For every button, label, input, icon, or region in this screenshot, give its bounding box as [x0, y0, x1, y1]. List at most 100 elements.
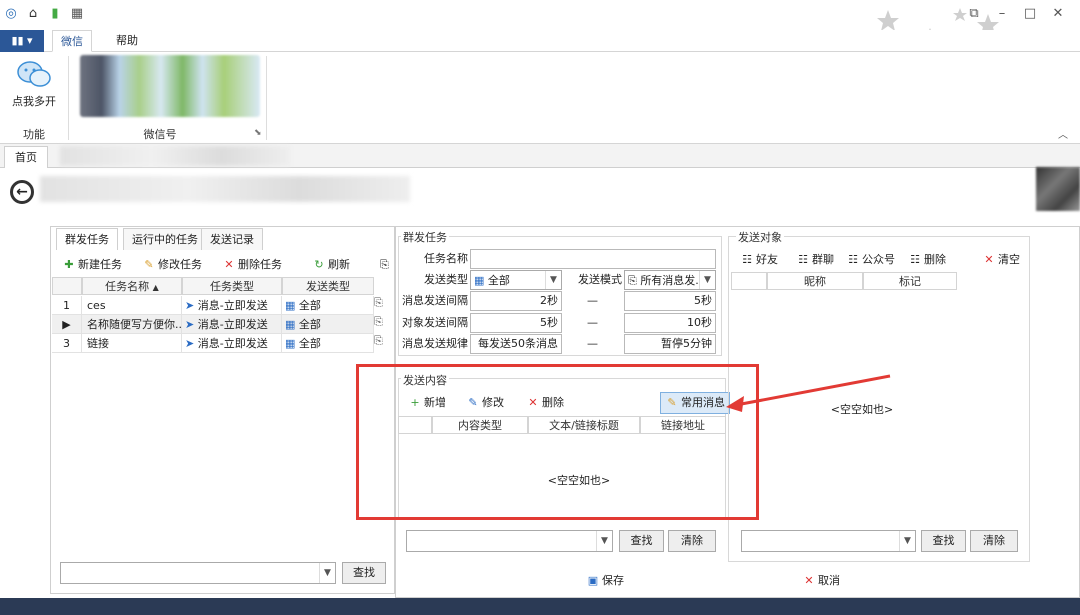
task-name-label: 任务名称	[424, 252, 468, 265]
row-selected-marker: ▶	[52, 315, 82, 334]
task-name: ces	[82, 296, 182, 315]
grid-all-icon: ▦	[285, 299, 296, 312]
add-friends-label: 好友	[756, 253, 778, 266]
send-mode-label: 发送模式	[578, 273, 622, 286]
task-type: 消息-立即发送	[197, 299, 268, 312]
chevron-down-icon[interactable]: ▼	[899, 531, 915, 551]
file-menu-button[interactable]: ▮▮ ▾	[0, 30, 44, 52]
delete-icon: ✕	[804, 574, 814, 587]
home-icon[interactable]: ⌂	[26, 7, 40, 21]
target-interval-to[interactable]: 10秒	[624, 313, 716, 333]
ribbon-divider	[68, 56, 69, 140]
edit-task-button[interactable]: ✎ 修改任务	[142, 256, 202, 274]
restore-window-icon[interactable]: ⧉	[966, 6, 982, 22]
send-type-value-wrap: ▦ 全部	[474, 273, 510, 289]
refresh-button[interactable]: ↻ 刷新	[312, 256, 350, 274]
chevron-down-icon[interactable]: ▼	[596, 531, 612, 551]
content-search-button[interactable]: 查找	[619, 530, 664, 552]
clear-targets-label: 清空	[998, 253, 1020, 266]
list-icon: ☷	[742, 253, 752, 266]
grid-header-send-type[interactable]: 发送类型	[282, 277, 374, 295]
target-interval-from[interactable]: 5秒	[470, 313, 562, 333]
task-search-combo[interactable]: ▼	[60, 562, 336, 584]
targets-section-title: 发送对象	[736, 229, 784, 245]
wechat-account-list[interactable]	[80, 55, 260, 117]
row-number: 1	[52, 296, 82, 315]
doc-icon: ⎘	[628, 274, 637, 287]
wechat-multi-open-button[interactable]: 点我多开	[8, 58, 60, 110]
refresh-icon: ↻	[314, 258, 324, 271]
targets-search-combo[interactable]: ▼	[741, 530, 916, 552]
msg-interval-from[interactable]: 2秒	[470, 291, 562, 311]
tab-send-records[interactable]: 发送记录	[201, 228, 263, 250]
range-dash: —	[587, 337, 598, 350]
add-friends-button[interactable]: ☷ 好友	[740, 251, 778, 269]
title-bar: ◎ ⌂ ▮ ▦ ⧉ – □ ✕	[0, 0, 1080, 52]
new-task-icon: ✚	[64, 258, 74, 271]
send-type-cell: ▦ 全部	[282, 334, 374, 353]
list-icon: ☷	[910, 253, 920, 266]
grid-header-task-type[interactable]: 任务类型	[182, 277, 282, 295]
tab-help[interactable]: 帮助	[108, 30, 146, 52]
save-doc-icon[interactable]: ▮	[48, 7, 62, 21]
row-number: 3	[52, 334, 82, 353]
tab-group-tasks[interactable]: 群发任务	[56, 228, 118, 250]
doc-icon: ⎘	[374, 315, 383, 328]
targets-header-mark[interactable]: 标记	[863, 272, 957, 290]
send-icon: ➤	[185, 318, 195, 331]
grid-menu-icon[interactable]: ▦	[70, 7, 84, 21]
delete-target-button[interactable]: ☷ 删除	[908, 251, 946, 269]
task-type-cell: ➤ 消息-立即发送	[182, 334, 282, 353]
grid-header-task-name-label: 任务名称	[105, 280, 150, 293]
send-icon: ➤	[185, 337, 195, 350]
blurred-title	[40, 176, 410, 202]
minimize-icon[interactable]: –	[994, 6, 1010, 22]
tab-home[interactable]: 首页	[4, 146, 48, 168]
content-search-combo[interactable]: ▼	[406, 530, 613, 552]
edit-task-label: 修改任务	[158, 258, 202, 271]
list-icon: ☷	[848, 253, 858, 266]
send-rule-from[interactable]: 每发送50条消息	[470, 334, 562, 354]
copy-icon[interactable]: ⎘	[380, 256, 389, 274]
send-mode-select[interactable]: ⎘ 所有消息发... ▼	[624, 270, 716, 290]
task-search-button[interactable]: 查找	[342, 562, 386, 584]
close-icon[interactable]: ✕	[1050, 6, 1066, 22]
targets-header-nickname[interactable]: 昵称	[767, 272, 863, 290]
send-type: 全部	[298, 299, 321, 312]
collapse-ribbon-icon[interactable]: ︿	[1058, 126, 1068, 141]
back-icon[interactable]: ←	[10, 180, 34, 204]
new-task-button[interactable]: ✚ 新建任务	[62, 256, 122, 274]
task-name-input[interactable]	[470, 249, 716, 269]
add-official-button[interactable]: ☷ 公众号	[846, 251, 895, 269]
doc-icon: ⎘	[374, 334, 383, 347]
grid-all-icon: ▦	[474, 274, 485, 287]
chevron-down-icon[interactable]: ▼	[699, 271, 715, 289]
chevron-down-icon[interactable]: ▼	[545, 271, 561, 289]
send-mode-value-wrap: ⎘ 所有消息发...	[628, 273, 706, 289]
grid-header-task-name[interactable]: 任务名称 ▲	[82, 277, 182, 295]
targets-search-button[interactable]: 查找	[921, 530, 966, 552]
send-type-cell: ▦ 全部	[282, 315, 374, 334]
app-logo-icon: ◎	[5, 6, 17, 21]
save-button[interactable]: ▣ 保存	[586, 572, 624, 590]
grid-all-icon: ▦	[285, 318, 296, 331]
targets-clear-button[interactable]: 清除	[970, 530, 1018, 552]
send-type: 全部	[298, 337, 321, 350]
dialog-launcher-icon[interactable]: ⬊	[254, 128, 262, 138]
new-task-label: 新建任务	[78, 258, 122, 271]
clear-targets-button[interactable]: ✕ 清空	[982, 251, 1020, 269]
send-type-select[interactable]: ▦ 全部 ▼	[470, 270, 562, 290]
send-type: 全部	[298, 318, 321, 331]
tab-wechat[interactable]: 微信	[52, 30, 92, 52]
chevron-down-icon[interactable]: ▼	[319, 563, 335, 583]
send-type-value: 全部	[487, 274, 510, 287]
send-rule-to[interactable]: 暂停5分钟	[624, 334, 716, 354]
cancel-button[interactable]: ✕ 取消	[802, 572, 840, 590]
content-clear-button[interactable]: 清除	[668, 530, 716, 552]
msg-interval-to[interactable]: 5秒	[624, 291, 716, 311]
wechat-icon	[17, 61, 51, 87]
maximize-icon[interactable]: □	[1022, 6, 1038, 22]
delete-task-button[interactable]: ✕ 删除任务	[222, 256, 282, 274]
tab-running-tasks[interactable]: 运行中的任务	[123, 228, 207, 250]
add-groups-button[interactable]: ☷ 群聊	[796, 251, 834, 269]
